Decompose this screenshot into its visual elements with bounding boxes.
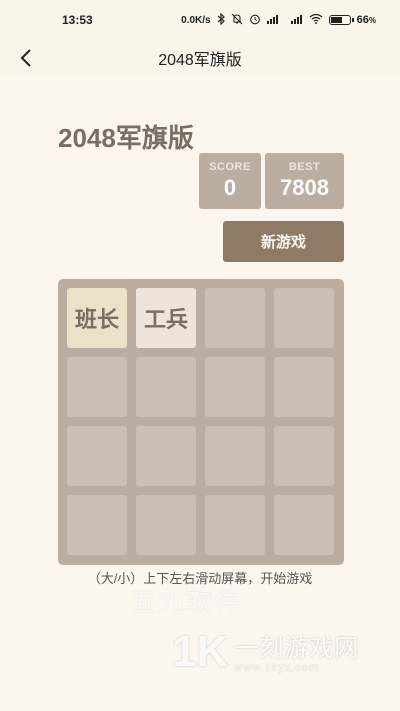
battery-percent: 66%: [356, 14, 376, 26]
board-cell-empty: [205, 426, 265, 486]
board-cell-empty: [136, 495, 196, 555]
watermark-logo-mark: 1K: [172, 627, 229, 676]
board-cell-empty: [205, 357, 265, 417]
chevron-left-icon: [20, 49, 31, 67]
status-bar: 13:53 0.0K/s 66%: [0, 0, 400, 40]
score-value: 0: [223, 175, 237, 200]
board-cell-empty: [136, 357, 196, 417]
score-label: SCORE: [209, 161, 251, 173]
watermark-text: 五九软件: [130, 588, 243, 618]
back-button[interactable]: [12, 44, 40, 72]
net-speed: 0.0K/s: [181, 14, 211, 26]
board-cell-empty: [205, 288, 265, 348]
wifi-icon: [309, 13, 323, 27]
board-cell-empty: [136, 426, 196, 486]
best-score-box: BEST 7808: [265, 153, 344, 209]
new-game-button[interactable]: 新游戏: [223, 221, 344, 262]
app-header: 2048军旗版: [0, 40, 400, 76]
hd-signal-icon: [287, 14, 303, 27]
board-cell-empty: [274, 495, 334, 555]
board-cell-empty: [274, 357, 334, 417]
game-title: 2048军旗版: [58, 123, 194, 153]
board-cell-empty: [274, 288, 334, 348]
header-title: 2048军旗版: [158, 52, 242, 69]
battery-icon: [328, 15, 354, 25]
board-tile: 班长: [67, 288, 127, 348]
watermark-logo-name: 一刻游戏网: [234, 634, 360, 662]
status-icons: 0.0K/s 66%: [181, 12, 376, 28]
board-tile: 工兵: [136, 288, 196, 348]
board-cell-empty: [274, 426, 334, 486]
signal-icon: [266, 14, 281, 27]
alarm-icon: [249, 13, 261, 28]
score-box: SCORE 0: [199, 153, 261, 209]
board-cell-empty: [67, 495, 127, 555]
watermark-logo-url: www.1kyx.com: [234, 661, 319, 674]
best-value: 7808: [280, 175, 329, 200]
status-time: 13:53: [62, 13, 93, 27]
board-cell-empty: [67, 426, 127, 486]
best-label: BEST: [288, 161, 321, 173]
board-cell-empty: [205, 495, 265, 555]
bluetooth-icon: [217, 12, 225, 28]
game-board[interactable]: 班长 工兵: [58, 279, 344, 565]
board-cell-empty: [67, 357, 127, 417]
watermark-logo: 1K 一刻游戏网 www.1kyx.com: [172, 630, 359, 674]
mute-bell-icon: [231, 13, 243, 28]
